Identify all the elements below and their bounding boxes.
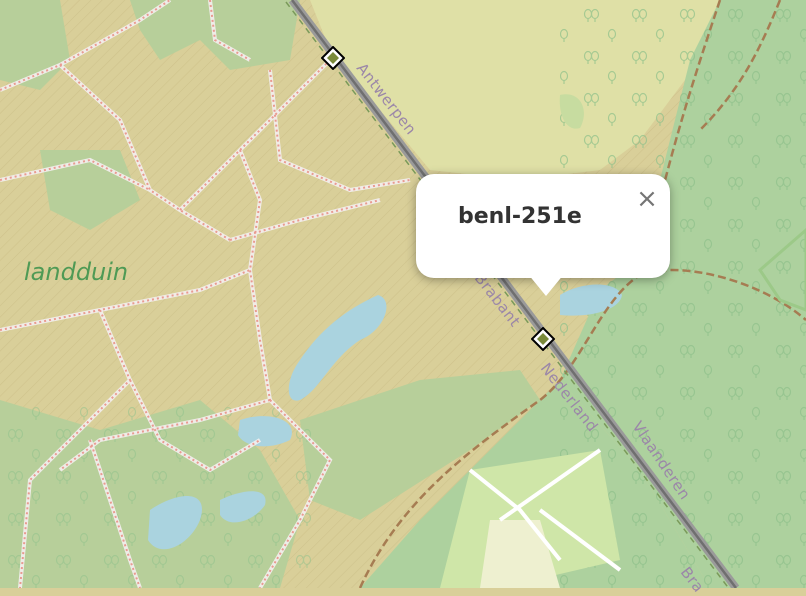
diamond-marker-icon bbox=[531, 327, 555, 351]
marker-popup: benl-251e × bbox=[416, 174, 670, 296]
place-label-landduin: landduin bbox=[24, 258, 129, 286]
marker-benl-251e[interactable] bbox=[531, 327, 555, 351]
close-icon[interactable]: × bbox=[636, 186, 658, 212]
marker-benl-250[interactable] bbox=[321, 46, 345, 70]
map-tiles[interactable] bbox=[0, 0, 806, 591]
water-body bbox=[238, 416, 292, 447]
popup-title: benl-251e bbox=[458, 204, 582, 229]
map-canvas[interactable]: landduin Antwerpen Brabant Nederland Vla… bbox=[0, 0, 806, 596]
diamond-marker-icon bbox=[321, 46, 345, 70]
popup-tip bbox=[528, 274, 564, 296]
